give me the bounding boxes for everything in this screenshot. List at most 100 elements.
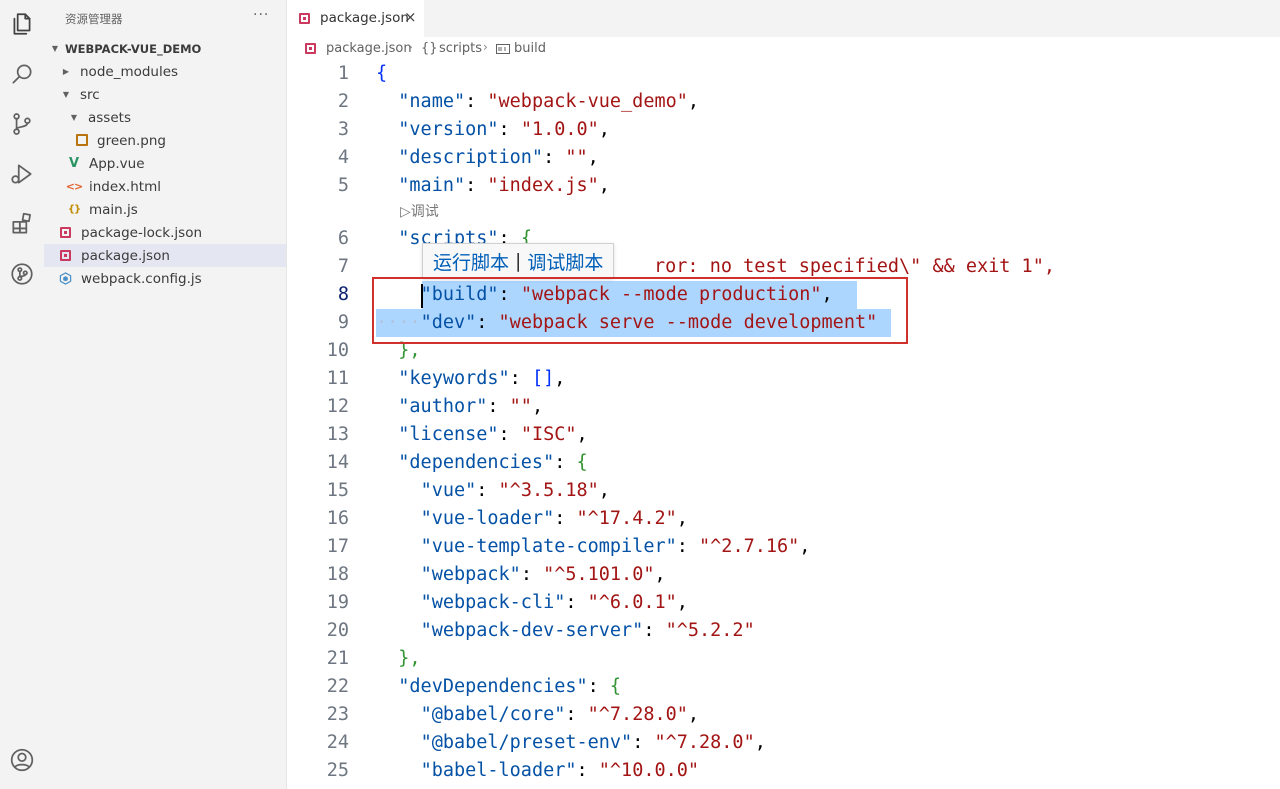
code-editor[interactable]: 1 { 2 "name": "webpack-vue_demo", 3 "ver… <box>288 59 1280 789</box>
json-file-icon <box>58 248 72 262</box>
tab-package-json[interactable]: package.json × <box>288 0 424 37</box>
code-line: 20 "webpack-dev-server": "^5.2.2" <box>288 617 1280 645</box>
code-line: 13 "license": "ISC", <box>288 421 1280 449</box>
string-icon <box>496 43 510 58</box>
line-number: 9 <box>337 312 349 333</box>
line-content: "webpack-cli": "^6.0.1", <box>420 592 688 613</box>
line-number: 23 <box>326 704 349 725</box>
line-number: 13 <box>326 424 349 445</box>
more-actions-button[interactable]: ··· <box>253 7 269 23</box>
debug-codelens[interactable]: ▷调试 <box>400 201 439 227</box>
tree-item-label: package.json <box>81 247 170 264</box>
run-script-link[interactable]: 运行脚本 <box>433 248 509 275</box>
tree-item-label: index.html <box>89 178 161 195</box>
line-number: 24 <box>326 732 349 753</box>
tree-item-package-json[interactable]: package.json <box>44 244 286 267</box>
code-line: 15 "vue": "^3.5.18", <box>288 477 1280 505</box>
line-number: 2 <box>337 91 349 112</box>
extensions-icon[interactable] <box>0 202 44 246</box>
code-line: 4 "description": "", <box>288 144 1280 172</box>
line-content: "babel-loader": "^10.0.0" <box>420 760 700 781</box>
tree-item-webpack-config-js[interactable]: webpack.config.js <box>44 267 286 290</box>
tree-item-main-js[interactable]: {} main.js <box>44 198 286 221</box>
tree-root-folder[interactable]: ▼ WEBPACK-VUE_DEMO <box>44 37 286 60</box>
tree-item-package-lock-json[interactable]: package-lock.json <box>44 221 286 244</box>
tree-item-app-vue[interactable]: V App.vue <box>44 152 286 175</box>
line-content: "keywords": [], <box>398 368 566 389</box>
code-line: 5 "main": "index.js", <box>288 172 1280 200</box>
chevron-down-icon: ▼ <box>62 90 70 99</box>
code-line: 18 "webpack": "^5.101.0", <box>288 561 1280 589</box>
code-line: 16 "vue-loader": "^17.4.2", <box>288 505 1280 533</box>
tree-item-label: App.vue <box>89 155 145 172</box>
tab-bar: package.json × <box>288 0 1280 37</box>
json-file-icon <box>305 43 316 54</box>
debug-script-link[interactable]: 调试脚本 <box>527 248 603 275</box>
line-number: 21 <box>326 648 349 669</box>
activity-bar <box>0 0 44 789</box>
line-number: 4 <box>337 147 349 168</box>
git-graph-icon[interactable] <box>0 252 44 296</box>
line-number: 11 <box>326 368 349 389</box>
image-file-icon <box>75 133 89 147</box>
code-line: 14 "dependencies": { <box>288 449 1280 477</box>
code-line: 23 "@babel/core": "^7.28.0", <box>288 701 1280 729</box>
line-number: 16 <box>326 508 349 529</box>
tree-item-index-html[interactable]: <> index.html <box>44 175 286 198</box>
breadcrumb: package.json › {} scripts › build <box>288 37 1280 59</box>
vue-file-icon: V <box>68 155 80 171</box>
line-number: 1 <box>337 63 349 84</box>
account-icon[interactable] <box>0 738 44 782</box>
chevron-right-icon: › <box>483 40 488 54</box>
run-debug-icon[interactable] <box>0 152 44 196</box>
json-file-icon <box>58 225 72 239</box>
line-content: "@babel/preset-env": "^7.28.0", <box>420 732 766 753</box>
source-control-icon[interactable] <box>0 102 44 146</box>
script-actions-popup: 运行脚本 | 调试脚本 <box>422 243 615 279</box>
js-file-icon: {} <box>67 203 81 215</box>
code-line: 12 "author": "", <box>288 393 1280 421</box>
tree-root-label: WEBPACK-VUE_DEMO <box>65 41 202 56</box>
line-content: }, <box>398 648 421 669</box>
line-number: 18 <box>326 564 349 585</box>
line-number: 3 <box>337 119 349 140</box>
line-content: "description": "", <box>398 147 599 168</box>
line-content: "vue": "^3.5.18", <box>420 480 610 501</box>
line-content: "devDependencies": { <box>398 676 622 697</box>
line-content: "@babel/core": "^7.28.0", <box>420 704 700 725</box>
line-content: "name": "webpack-vue_demo", <box>398 91 700 112</box>
tree-item-label: assets <box>88 109 131 126</box>
chevron-right-icon: › <box>408 40 413 54</box>
explorer-icon[interactable] <box>0 2 44 46</box>
line-content: "dependencies": { <box>398 452 588 473</box>
line-content: "vue-template-compiler": "^2.7.16", <box>420 536 811 557</box>
tree-item-node-modules[interactable]: ▶ node_modules <box>44 60 286 83</box>
separator: | <box>515 250 522 272</box>
breadcrumb-file[interactable]: package.json <box>326 41 412 56</box>
line-number: 5 <box>337 175 349 196</box>
chevron-down-icon: ▼ <box>70 113 78 122</box>
code-line: 3 "version": "1.0.0", <box>288 116 1280 144</box>
tree-item-green-png[interactable]: green.png <box>44 129 286 152</box>
line-number: 17 <box>326 536 349 557</box>
search-icon[interactable] <box>0 52 44 96</box>
line-content: "webpack": "^5.101.0", <box>420 564 666 585</box>
tab-label: package.json <box>320 10 409 26</box>
line-number: 12 <box>326 396 349 417</box>
sidebar-title: 资源管理器 <box>65 12 123 26</box>
line-number: 25 <box>326 760 349 781</box>
code-line: 19 "webpack-cli": "^6.0.1", <box>288 589 1280 617</box>
tree-item-src[interactable]: ▼ src <box>44 83 286 106</box>
line-number: 8 <box>337 284 349 305</box>
tree-item-assets[interactable]: ▼ assets <box>44 106 286 129</box>
code-line: 1 { <box>288 60 1280 88</box>
tree-item-label: main.js <box>89 201 138 218</box>
html-file-icon: <> <box>65 179 83 193</box>
line-number: 22 <box>326 676 349 697</box>
line-number: 20 <box>326 620 349 641</box>
breadcrumb-build[interactable]: build <box>514 41 546 56</box>
tree-item-label: webpack.config.js <box>81 270 202 287</box>
close-icon[interactable]: × <box>404 8 417 26</box>
tree-item-label: package-lock.json <box>81 224 203 241</box>
breadcrumb-scripts[interactable]: scripts <box>439 41 482 56</box>
